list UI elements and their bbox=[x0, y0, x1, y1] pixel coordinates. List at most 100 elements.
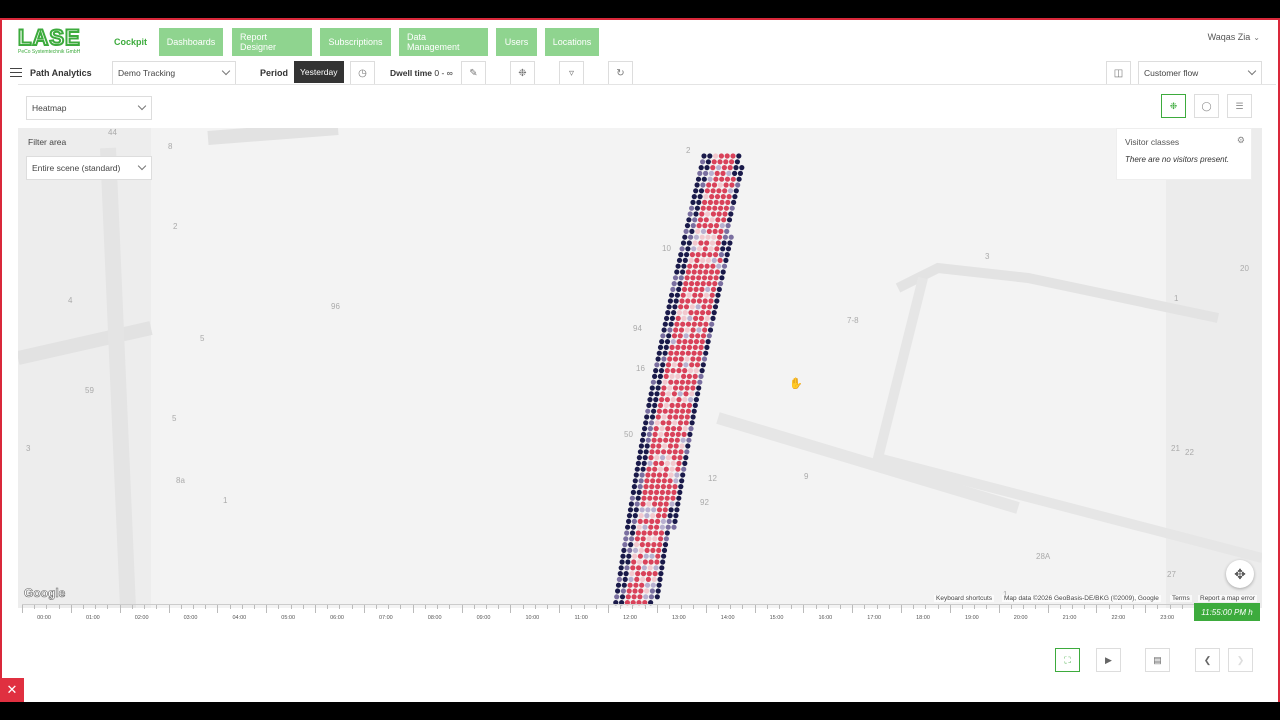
nav-cockpit[interactable]: Cockpit bbox=[106, 28, 155, 56]
heatmap-cell bbox=[729, 205, 735, 211]
filter-area-select[interactable]: Entire scene (standard) bbox=[26, 156, 152, 180]
timeline-tick-label: 23:00 bbox=[1160, 615, 1175, 621]
heatmap-cell bbox=[687, 286, 693, 292]
heatmap-cell bbox=[645, 576, 652, 582]
edit-pencil-icon[interactable]: ✎ bbox=[461, 61, 486, 85]
heatmap-cell bbox=[653, 565, 659, 571]
timeline-tick-label: 18:00 bbox=[916, 615, 930, 621]
heatmap-cell bbox=[679, 246, 685, 252]
heatmap-cell bbox=[678, 449, 684, 455]
heatmap-cell bbox=[674, 472, 680, 478]
nav-data-management[interactable]: Data Management bbox=[399, 28, 488, 56]
heatmap-cell bbox=[675, 263, 681, 269]
heatmap-cell bbox=[704, 263, 710, 269]
nav-locations[interactable]: Locations bbox=[545, 28, 599, 56]
nav-report-designer[interactable]: Report Designer bbox=[232, 28, 312, 56]
heatmap-cell bbox=[641, 495, 647, 501]
heatmap-cell bbox=[672, 356, 679, 362]
heatmap-cell bbox=[667, 443, 674, 449]
user-menu[interactable]: Waqas Zia ⌄ bbox=[1208, 32, 1260, 42]
period-yesterday-button[interactable]: Yesterday bbox=[294, 61, 344, 83]
heatmap-cell bbox=[682, 339, 688, 345]
heatmap-cell bbox=[633, 472, 639, 478]
nav-subscriptions[interactable]: Subscriptions bbox=[320, 28, 391, 56]
heatmap-view-icon[interactable]: ❉ bbox=[1161, 94, 1186, 118]
filter-icon[interactable]: ▿ bbox=[559, 61, 584, 85]
heatmap-cell bbox=[657, 373, 664, 379]
timeline-tick bbox=[363, 605, 365, 613]
play-icon[interactable]: ▶ bbox=[1096, 648, 1121, 672]
heatmap-cell bbox=[665, 489, 671, 495]
heatmap-cell bbox=[673, 414, 679, 420]
tracking-select[interactable]: Demo Tracking bbox=[112, 61, 236, 85]
map-view[interactable]: 44 8 2 4 59 5 3 5 1 96 94 16 50 2 10 12 … bbox=[18, 128, 1262, 608]
close-icon[interactable]: ✕ bbox=[0, 678, 24, 702]
timeline-tick-label: 09:00 bbox=[476, 615, 491, 621]
heatmap-cell bbox=[661, 356, 667, 362]
previous-icon[interactable]: ❮ bbox=[1195, 648, 1220, 672]
heatmap-cell bbox=[720, 170, 726, 176]
heatmap-cell bbox=[679, 298, 685, 304]
heatmap-cell bbox=[678, 275, 684, 281]
heatmap-cell bbox=[637, 484, 643, 490]
terms-link[interactable]: Terms bbox=[1170, 595, 1192, 602]
heatmap-cell bbox=[638, 513, 644, 519]
timeline-tick-label: 16:00 bbox=[818, 615, 833, 621]
timeline-tick bbox=[803, 605, 805, 613]
report-map-error-link[interactable]: Report a map error bbox=[1198, 595, 1257, 602]
heatmap-cell bbox=[678, 304, 684, 310]
keyboard-shortcuts-link[interactable]: Keyboard shortcuts bbox=[934, 595, 995, 602]
nav-users[interactable]: Users bbox=[496, 28, 537, 56]
heatmap-cell bbox=[619, 559, 625, 565]
path-view-icon[interactable]: ◯ bbox=[1194, 94, 1219, 118]
heatmap-cell bbox=[676, 426, 683, 432]
heatmap-cell bbox=[673, 327, 679, 333]
list-view-icon[interactable]: ☰ bbox=[1227, 94, 1252, 118]
heatmap-cell bbox=[707, 176, 713, 182]
timeline-tick bbox=[864, 605, 866, 609]
heatmap-cell bbox=[659, 565, 665, 571]
heatmap-cell bbox=[719, 223, 725, 229]
timeline-tick bbox=[583, 605, 585, 609]
refresh-icon[interactable]: ↻ bbox=[608, 61, 633, 85]
heatmap-cell bbox=[671, 489, 677, 495]
heatmap-cell bbox=[655, 385, 661, 391]
heatmap-cell bbox=[677, 281, 683, 287]
timeline-tick bbox=[1108, 605, 1110, 609]
heatmap-settings-icon[interactable]: ❉ bbox=[510, 61, 535, 85]
fullscreen-icon[interactable]: ⛶ bbox=[1055, 648, 1080, 672]
view-mode-select[interactable]: Heatmap bbox=[26, 96, 152, 120]
heatmap-cell bbox=[665, 426, 671, 432]
heatmap-cell bbox=[702, 246, 708, 252]
gear-icon[interactable]: ⚙ bbox=[1237, 135, 1245, 146]
lase-logo[interactable]: LASE PeCo Systemtechnik GmbH bbox=[17, 26, 90, 56]
nav-dashboards[interactable]: Dashboards bbox=[159, 28, 223, 56]
heatmap-cell bbox=[672, 385, 679, 391]
heatmap-cell bbox=[692, 373, 698, 379]
export-icon[interactable]: ▤ bbox=[1145, 648, 1170, 672]
camera-icon[interactable]: ◫ bbox=[1106, 61, 1131, 85]
heatmap-cell bbox=[645, 472, 651, 478]
heatmap-cell bbox=[726, 217, 733, 223]
heatmap-cell bbox=[653, 460, 659, 466]
heatmap-cell bbox=[629, 536, 635, 542]
heatmap-cell bbox=[683, 455, 689, 461]
timeline-tick bbox=[595, 605, 597, 609]
heatmap-cell bbox=[651, 437, 657, 443]
map-pan-control-icon[interactable]: ✥ bbox=[1226, 560, 1254, 588]
heatmap-cell bbox=[688, 397, 694, 403]
flow-select[interactable]: Customer flow bbox=[1138, 61, 1262, 85]
next-icon[interactable]: ❯ bbox=[1228, 648, 1253, 672]
clock-icon[interactable]: ◷ bbox=[350, 61, 375, 85]
timeline-tick bbox=[1035, 605, 1037, 609]
timeline-slider[interactable]: 00:00 01:00 02:00 03:00 04:00 05:00 06:00 07:00… bbox=[22, 604, 1194, 624]
hamburger-menu-icon[interactable] bbox=[10, 68, 22, 77]
heatmap-cell bbox=[667, 513, 673, 519]
heatmap-cell bbox=[649, 385, 655, 391]
timeline-tick bbox=[156, 605, 158, 609]
heatmap-cell bbox=[736, 176, 742, 182]
heatmap-cell bbox=[632, 553, 638, 559]
heatmap-cell bbox=[653, 397, 659, 403]
heatmap-cell bbox=[698, 240, 704, 246]
heatmap-cell bbox=[655, 553, 661, 559]
